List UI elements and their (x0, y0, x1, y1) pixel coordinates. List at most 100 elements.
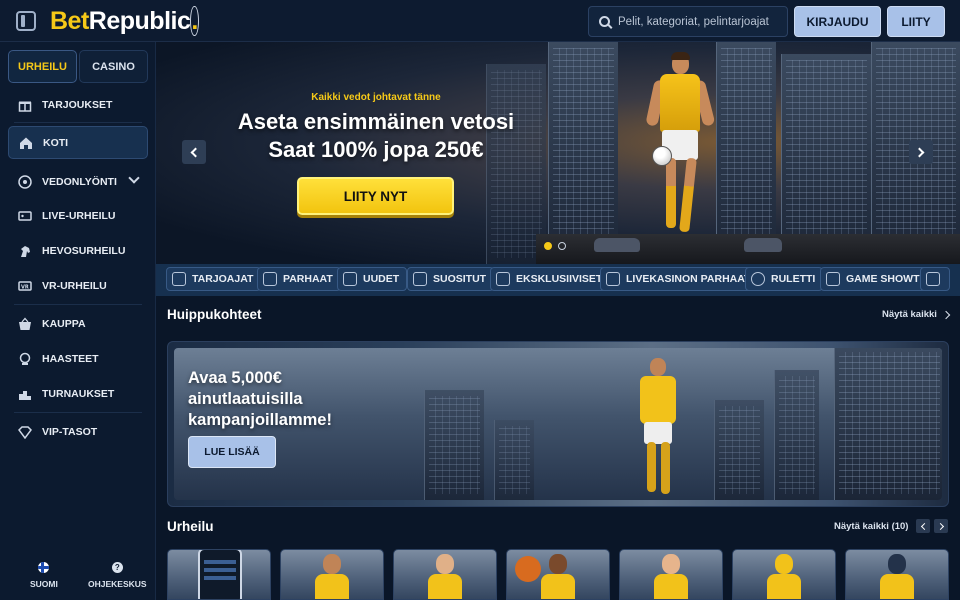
athlete-image (315, 554, 349, 599)
sidebar-item-horse-racing[interactable]: HEVOSURHEILU (8, 234, 148, 267)
search-box[interactable] (588, 6, 788, 37)
sport-tile[interactable] (280, 549, 384, 600)
sports-see-all[interactable]: Näytä kaikki (10) (834, 521, 908, 532)
phone-image (198, 550, 242, 599)
hero-headline: Aseta ensimmäinen vetosi (237, 109, 515, 134)
diamond-icon (496, 272, 510, 286)
soccer-ball-icon (18, 174, 32, 189)
athlete-image (880, 554, 914, 599)
category-best[interactable]: PARHAAT (257, 267, 341, 291)
carousel-dot[interactable] (544, 242, 552, 250)
sport-tile[interactable] (619, 549, 723, 600)
sport-tile[interactable] (845, 549, 949, 600)
sidebar: URHEILU CASINO TARJOUKSET KOTI VEDONLYÖN… (0, 42, 156, 600)
sports-prev-button[interactable] (916, 519, 930, 533)
join-now-button[interactable]: LIITY NYT (297, 177, 454, 215)
horse-icon (18, 244, 32, 258)
host-icon (826, 272, 840, 286)
ball-icon (652, 146, 672, 166)
login-button[interactable]: KIRJAUDU (794, 6, 881, 37)
help-icon: ? (111, 562, 123, 573)
hero-banner[interactable]: Kaikki vedot johtavat tänne Aseta ensimm… (156, 42, 960, 264)
top-header: BetRepublic. KIRJAUDU LIITY (0, 0, 960, 42)
vr-icon: VR (18, 279, 32, 293)
hero-next-button[interactable] (909, 140, 933, 164)
sports-next-button[interactable] (934, 519, 948, 533)
chevron-down-icon[interactable] (128, 172, 140, 184)
category-more[interactable] (920, 267, 950, 291)
category-bar: TARJOAJAT PARHAAT UUDET SUOSITUT EKSKLUS… (156, 264, 960, 296)
flame-icon (413, 272, 427, 286)
category-exclusive[interactable]: EKSKLUSIIVISET (490, 267, 611, 291)
carousel-dots (544, 242, 566, 250)
promo-player-image (634, 358, 684, 498)
sports-title: Urheilu (167, 519, 214, 534)
category-new[interactable]: UUDET (337, 267, 408, 291)
divider (14, 412, 142, 413)
hero-prev-button[interactable] (182, 140, 206, 164)
basket-icon (18, 317, 32, 331)
athlete-image (541, 554, 575, 599)
more-icon (926, 272, 940, 286)
help-center-link[interactable]: ? OHJEKESKUS (88, 562, 147, 589)
providers-icon (172, 272, 186, 286)
chevron-right-icon (914, 147, 925, 157)
read-more-button[interactable]: LUE LISÄÄ (188, 436, 276, 468)
promo-banner[interactable]: Avaa 5,000€ ainutlaatuisilla kampanjoill… (167, 341, 949, 507)
athlete-image (767, 554, 801, 599)
category-live-casino-best[interactable]: LIVEKASINON PARHAAT (600, 267, 759, 291)
sidebar-toggle-icon[interactable] (16, 11, 36, 31)
athlete-image (654, 554, 688, 599)
basketball-icon (515, 556, 541, 582)
category-roulette[interactable]: RULETTI (745, 267, 824, 291)
home-icon (19, 136, 33, 150)
sidebar-item-challenges[interactable]: HAASTEET (8, 342, 148, 375)
category-popular[interactable]: SUOSITUT (407, 267, 495, 291)
star-icon (606, 272, 620, 286)
chevron-right-icon (936, 522, 944, 530)
chevron-right-icon (941, 310, 951, 319)
language-selector[interactable]: SUOMI (30, 562, 58, 589)
highlights-title: Huippukohteet (167, 307, 262, 322)
search-icon (599, 16, 610, 27)
roulette-icon (751, 272, 765, 286)
join-button[interactable]: LIITY (887, 6, 945, 37)
highlights-see-all[interactable]: Näytä kaikki (882, 309, 951, 320)
category-game-shows[interactable]: GAME SHOWT (820, 267, 928, 291)
product-switch: URHEILU CASINO (8, 50, 148, 83)
sidebar-item-home[interactable]: KOTI (8, 126, 148, 159)
football-player-image (645, 50, 716, 246)
promo-title: Avaa 5,000€ ainutlaatuisilla kampanjoill… (188, 369, 332, 429)
sidebar-item-live-sports[interactable]: LIVE-URHEILU (8, 199, 148, 232)
sidebar-item-vip-levels[interactable]: VIP-TASOT (8, 415, 148, 448)
svg-text:VR: VR (21, 284, 29, 290)
search-input[interactable] (618, 15, 787, 28)
sport-tile[interactable] (732, 549, 836, 600)
sidebar-item-offers[interactable]: TARJOUKSET (8, 88, 148, 121)
crown-icon (263, 272, 277, 286)
sport-tile[interactable] (167, 549, 271, 600)
tab-casino[interactable]: CASINO (79, 50, 148, 83)
hero-subtitle: Kaikki vedot johtavat tänne (311, 92, 441, 103)
sport-tile[interactable] (506, 549, 610, 600)
carousel-dot[interactable] (558, 242, 566, 250)
diamond-icon (18, 425, 32, 439)
tab-sports[interactable]: URHEILU (8, 50, 77, 83)
sport-tile[interactable] (393, 549, 497, 600)
gift-icon (18, 98, 32, 112)
chevron-left-icon (190, 147, 201, 157)
live-tv-icon (18, 209, 32, 223)
sidebar-item-betting[interactable]: VEDONLYÖNTI (8, 165, 148, 198)
finland-flag-icon (38, 562, 50, 573)
chevron-left-icon (920, 522, 928, 530)
divider (14, 122, 142, 123)
hero-offer: Saat 100% jopa 250€ (268, 137, 484, 162)
sidebar-item-vr-sports[interactable]: VR VR-URHEILU (8, 269, 148, 302)
divider (14, 304, 142, 305)
lightning-icon (343, 272, 357, 286)
category-providers[interactable]: TARJOAJAT (166, 267, 262, 291)
sidebar-item-shop[interactable]: KAUPPA (8, 307, 148, 340)
podium-icon (18, 387, 32, 401)
logo[interactable]: BetRepublic. (50, 6, 199, 36)
sidebar-item-tournaments[interactable]: TURNAUKSET (8, 377, 148, 410)
